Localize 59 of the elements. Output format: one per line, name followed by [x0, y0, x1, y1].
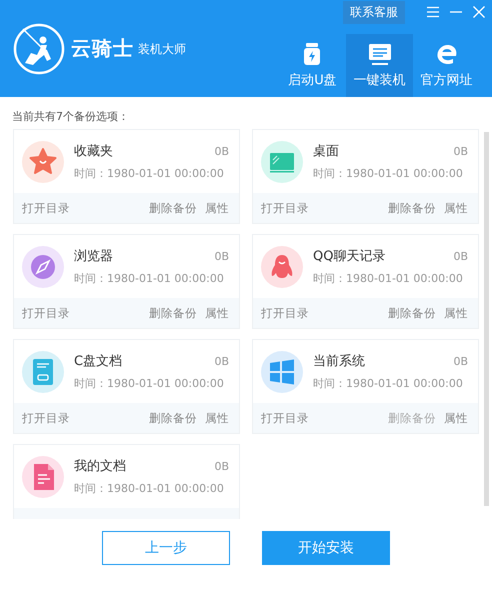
open-folder-link[interactable]: 打开目录: [22, 410, 70, 426]
delete-backup-link[interactable]: 删除备份: [149, 410, 197, 426]
backup-name: QQ聊天记录: [313, 248, 386, 265]
backup-size: 0B: [214, 144, 229, 158]
browser-e-icon: [434, 42, 458, 66]
open-folder-link[interactable]: 打开目录: [261, 200, 309, 216]
backup-size: 0B: [453, 144, 468, 158]
backup-name: 当前系统: [313, 353, 365, 370]
backup-name: 浏览器: [74, 248, 113, 265]
monitor-icon: [261, 140, 303, 182]
properties-link[interactable]: 属性: [444, 200, 468, 216]
properties-link[interactable]: 属性: [205, 200, 229, 216]
chat-mascot-icon: [261, 246, 303, 288]
open-folder-link[interactable]: 打开目录: [22, 306, 70, 320]
drive-icon: [22, 350, 64, 392]
backup-time: 时间：1980-01-01 00:00:00: [313, 376, 464, 391]
backup-name: 收藏夹: [74, 143, 113, 160]
delete-backup-link[interactable]: 删除备份: [388, 200, 436, 216]
backup-time: 时间：1980-01-01 00:00:00: [313, 271, 464, 286]
start-install-button[interactable]: 开始安装: [262, 531, 390, 565]
backup-size: 0B: [453, 354, 468, 368]
document-icon: [22, 456, 64, 498]
service-button[interactable]: 联系客服: [343, 0, 405, 24]
properties-link[interactable]: 属性: [444, 410, 468, 426]
backup-size: 0B: [453, 250, 468, 262]
backup-name: 我的文档: [74, 458, 126, 475]
app-name: 云骑士: [71, 35, 134, 62]
logo-icon: [13, 22, 65, 74]
properties-link[interactable]: 属性: [205, 306, 229, 320]
menu-icon[interactable]: [426, 6, 440, 18]
app-subtitle: 装机大师: [138, 41, 186, 58]
backup-time: 时间：1980-01-01 00:00:00: [74, 166, 225, 181]
delete-backup-link[interactable]: 删除备份: [149, 306, 197, 320]
nav-tab[interactable]: 一键装机: [346, 34, 413, 97]
backup-time: 时间：1980-01-01 00:00:00: [313, 166, 464, 181]
screen-icon: [368, 42, 392, 66]
compass-icon: [22, 246, 64, 288]
delete-backup-link[interactable]: 删除备份: [149, 200, 197, 216]
delete-backup-link[interactable]: 删除备份: [388, 306, 436, 320]
backup-count-text: 当前共有7个备份选项：: [12, 109, 130, 125]
open-folder-link[interactable]: 打开目录: [261, 306, 309, 320]
back-button[interactable]: 上一步: [102, 531, 230, 565]
backup-time: 时间：1980-01-01 00:00:00: [74, 376, 225, 391]
properties-link[interactable]: 属性: [205, 410, 229, 426]
nav-tab[interactable]: 启动U盘: [279, 34, 346, 97]
backup-size: 0B: [214, 354, 229, 368]
open-folder-link[interactable]: 打开目录: [261, 410, 309, 426]
scrollbar[interactable]: [484, 132, 489, 506]
properties-link[interactable]: 属性: [444, 306, 468, 320]
backup-name: C盘文档: [74, 353, 122, 370]
backup-size: 0B: [214, 460, 229, 472]
close-icon[interactable]: [472, 6, 486, 18]
backup-size: 0B: [214, 250, 229, 262]
open-folder-link[interactable]: 打开目录: [22, 200, 70, 216]
backup-time: 时间：1980-01-01 00:00:00: [74, 481, 225, 496]
backup-time: 时间：1980-01-01 00:00:00: [74, 271, 225, 286]
nav-tab[interactable]: 官方网址: [413, 34, 480, 97]
backup-name: 桌面: [313, 143, 339, 160]
windows-icon: [261, 350, 303, 392]
